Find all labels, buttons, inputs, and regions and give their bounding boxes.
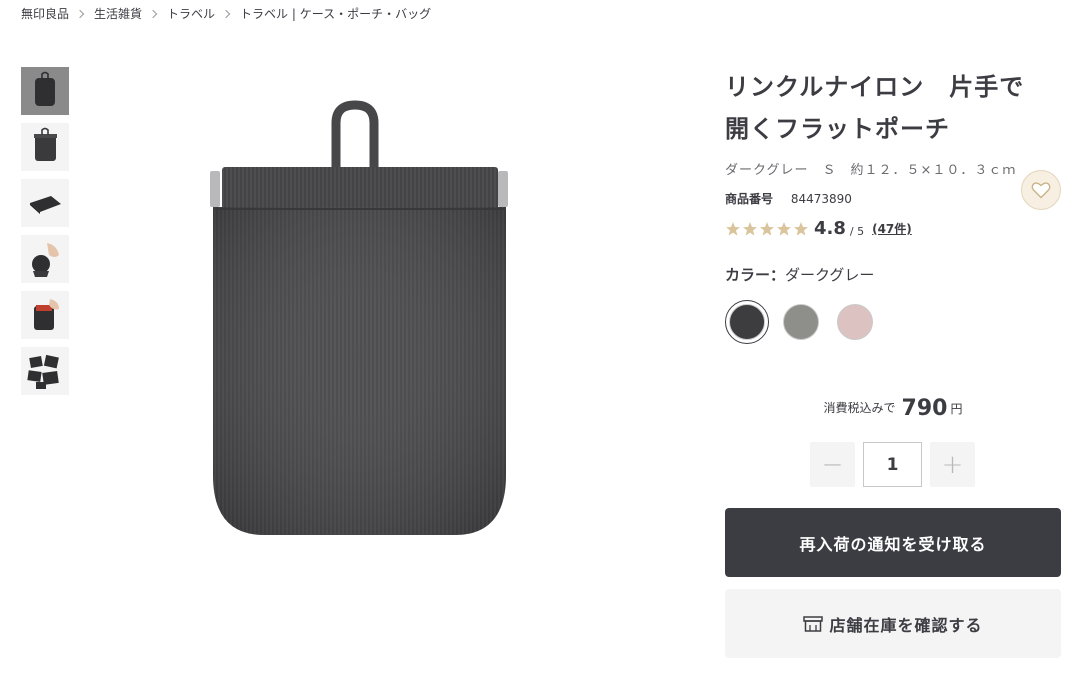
pouch-set-thumbnail: [27, 354, 59, 389]
color-swatch-pink[interactable]: [833, 300, 877, 344]
check-store-stock-button[interactable]: 店舗在庫を確認する: [725, 589, 1061, 658]
color-swatch-grey[interactable]: [779, 300, 823, 344]
rating-stars: [725, 221, 809, 237]
thumbnail-pouch-in-hand[interactable]: [21, 235, 69, 283]
review-count-link[interactable]: (47件): [872, 220, 912, 237]
rating-score: 4.8: [814, 218, 846, 239]
star-icon: [743, 221, 757, 236]
product-number-label: 商品番号: [725, 192, 774, 206]
star-icon: [794, 221, 808, 236]
pouch-in-hand-thumbnail: [32, 243, 59, 277]
pouch-open-thumbnail: [34, 127, 57, 161]
breadcrumb-link-muji[interactable]: 無印良品: [21, 5, 69, 22]
color-label: カラー：: [725, 266, 786, 284]
heart-icon: [1031, 182, 1051, 199]
favorite-button[interactable]: [1021, 170, 1061, 210]
breadcrumb-link-household[interactable]: 生活雑貨: [94, 5, 142, 22]
selected-color-name: ダークグレー: [785, 266, 875, 284]
price-currency: 円: [950, 402, 963, 416]
product-variant: ダークグレー Ｓ 約１２．５×１０．３ｃｍ: [725, 163, 1017, 178]
main-product-image[interactable]: [200, 95, 530, 555]
price: 消費税込みで 790 円: [725, 396, 1061, 421]
swatch-color-grey: [783, 304, 819, 340]
thumbnail-pouch-flat[interactable]: [21, 179, 69, 227]
check-store-stock-label: 店舗在庫を確認する: [829, 615, 983, 635]
color-selector-label: カラー：ダークグレー: [725, 264, 874, 285]
restock-notify-button[interactable]: 再入荷の通知を受け取る: [725, 508, 1061, 577]
swatch-color-pink: [837, 304, 873, 340]
chevron-right-icon: [221, 9, 231, 18]
thumbnail-pouch-hand-open[interactable]: [21, 291, 69, 339]
store-icon: [803, 615, 824, 632]
thumbnail-pouch-front[interactable]: [21, 67, 69, 115]
chevron-right-icon: [75, 9, 85, 18]
chevron-right-icon: [148, 9, 158, 18]
quantity-increase-button[interactable]: +: [930, 442, 975, 487]
swatch-color-dark-grey: [729, 304, 765, 340]
product-number-value: 84473890: [790, 192, 852, 206]
price-amount: 790: [901, 396, 948, 421]
pouch-front-thumbnail: [35, 71, 55, 106]
rating: 4.8 / 5 (47件): [725, 218, 912, 239]
star-icon: [726, 221, 740, 236]
color-swatches: [725, 300, 877, 344]
pouch-flat-thumbnail: [30, 196, 61, 214]
quantity-decrease-button[interactable]: −: [810, 442, 855, 487]
price-tax-label: 消費税込みで: [823, 401, 896, 415]
product-info-panel: リンクルナイロン 片手で開くフラットポーチ ダークグレー Ｓ 約１２．５×１０．…: [725, 0, 1061, 675]
product-title: リンクルナイロン 片手で開くフラットポーチ: [725, 73, 1025, 143]
color-swatch-dark-grey[interactable]: [725, 300, 769, 344]
breadcrumb-link-travel-cases[interactable]: トラベル | ケース・ポーチ・バッグ: [240, 5, 431, 22]
thumbnail-pouch-set[interactable]: [21, 347, 69, 395]
product-number: 商品番号 84473890: [725, 190, 852, 207]
star-icon: [777, 221, 791, 236]
quantity-input[interactable]: [863, 442, 922, 487]
rating-out-of: / 5: [849, 224, 865, 238]
thumbnail-pouch-open[interactable]: [21, 123, 69, 171]
pouch-hand-open-thumbnail: [34, 299, 59, 330]
breadcrumb: 無印良品 生活雑貨 トラベル トラベル | ケース・ポーチ・バッグ: [21, 5, 431, 22]
breadcrumb-link-travel[interactable]: トラベル: [167, 5, 215, 22]
thumbnail-list: [21, 67, 69, 403]
quantity-stepper: − +: [810, 442, 975, 487]
dark-grey-flat-pouch: [210, 100, 508, 535]
star-icon: [760, 221, 774, 236]
